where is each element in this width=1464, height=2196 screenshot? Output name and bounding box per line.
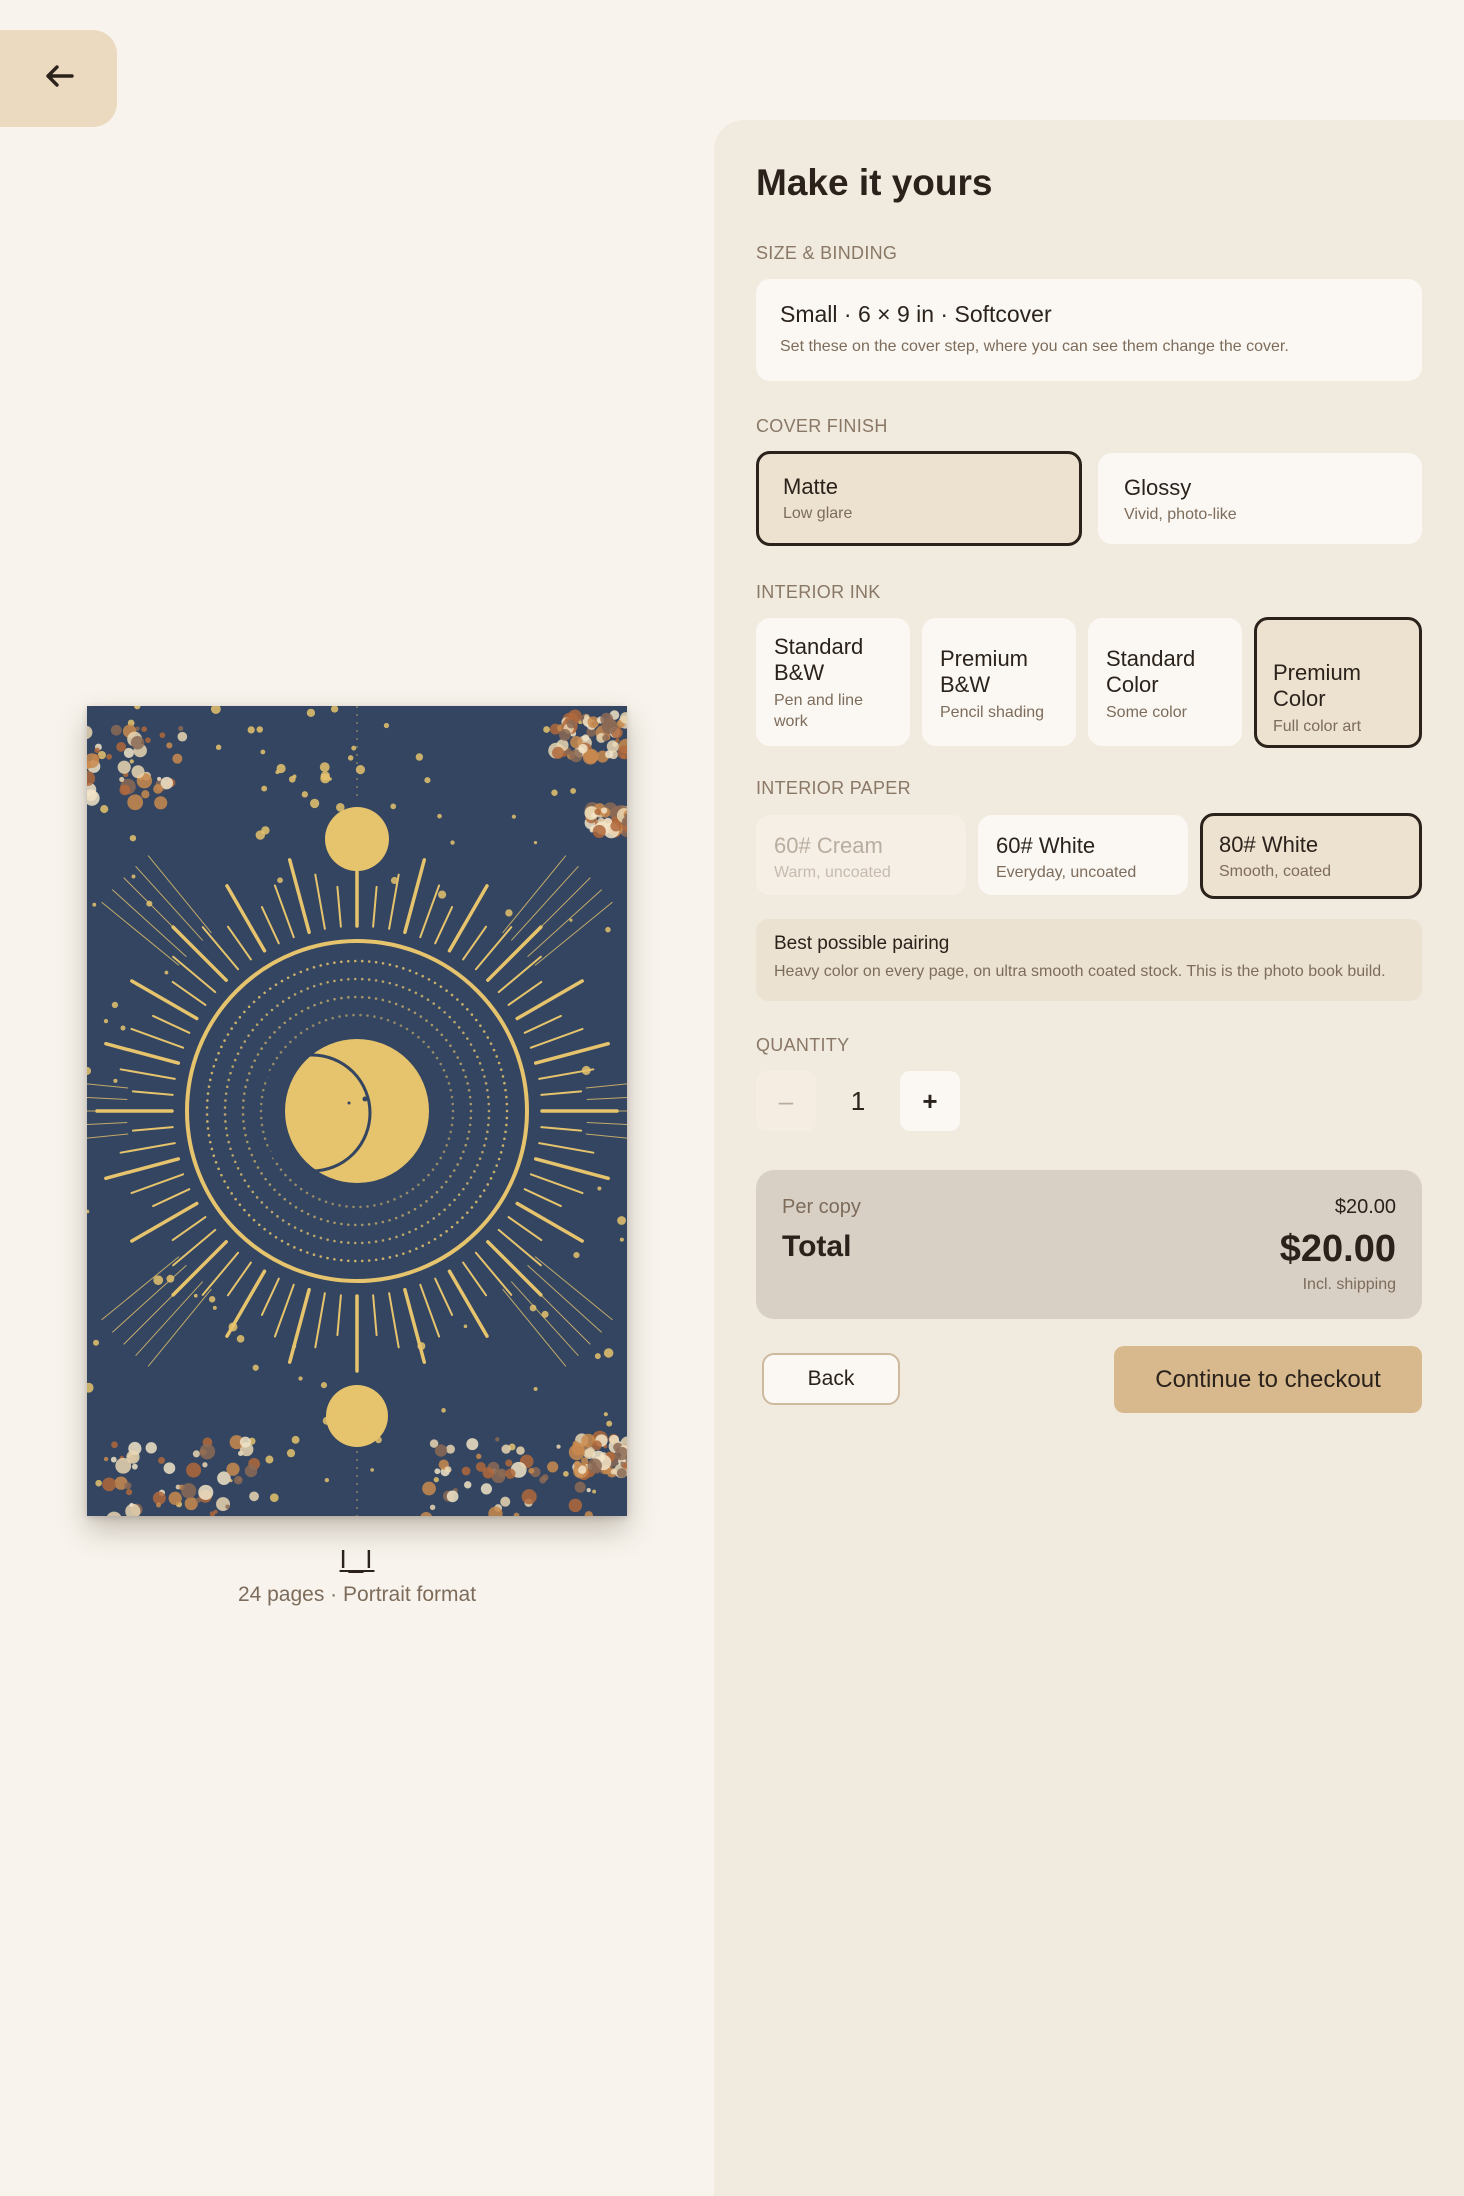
book-cover-preview — [87, 706, 627, 1516]
pairing-note: Best possible pairing Heavy color on eve… — [756, 919, 1422, 1001]
cover-artwork — [87, 706, 627, 1516]
quantity-increment-button[interactable]: + — [900, 1071, 960, 1131]
options-panel: Make it yours SIZE & BINDING Small · 6 ×… — [714, 120, 1464, 2196]
quantity-label: QUANTITY — [756, 1035, 850, 1055]
quantity-value: 1 — [850, 1085, 866, 1116]
size-binding-label: SIZE & BINDING — [756, 243, 898, 263]
option-subtitle: Warm, uncoated — [774, 864, 891, 882]
pairing-text: Heavy color on every page, on ultra smoo… — [774, 963, 1386, 980]
interior-ink-label: INTERIOR INK — [756, 582, 881, 602]
back-button[interactable]: Back — [762, 1353, 900, 1405]
cover-finish-label: COVER FINISH — [756, 416, 888, 436]
paper-option-60-cream: 60# Cream Warm, uncoated — [756, 815, 966, 895]
pairing-title: Best possible pairing — [774, 933, 950, 954]
option-title: Glossy — [1124, 475, 1192, 500]
interior-paper-label: INTERIOR PAPER — [756, 778, 911, 798]
option-title: 60# White — [996, 833, 1096, 858]
quantity-decrement-button[interactable]: – — [756, 1071, 816, 1131]
ink-option-standard-bw[interactable]: Standard B&W Pen and line work — [756, 618, 910, 746]
size-binding-box: Small · 6 × 9 in · Softcover Set these o… — [756, 279, 1422, 381]
total-value: $20.00 — [1279, 1228, 1396, 1270]
option-title: 60# Cream — [774, 833, 883, 858]
option-subtitle: Smooth, coated — [1219, 863, 1332, 881]
ink-option-premium-bw[interactable]: Premium B&W Pencil shading — [922, 618, 1076, 746]
shipping-note: Incl. shipping — [1302, 1276, 1396, 1293]
book-meta: 24 pages · Portrait format — [237, 1583, 477, 1606]
option-subtitle: Pencil shading — [940, 703, 1045, 721]
option-subtitle: Everyday, uncoated — [996, 864, 1137, 882]
option-title: 80# White — [1219, 832, 1319, 857]
option-subtitle: Pen and line work — [774, 691, 863, 730]
option-title: Premium Color — [1273, 660, 1362, 712]
preview-column: I_I 24 pages · Portrait format — [0, 0, 714, 2196]
panel-heading: Make it yours — [756, 162, 993, 203]
checkout-button[interactable]: Continue to checkout — [1114, 1346, 1422, 1413]
paper-option-60-white[interactable]: 60# White Everyday, uncoated — [978, 815, 1188, 895]
ink-option-premium-color[interactable]: Premium Color Full color art — [1254, 617, 1422, 748]
size-binding-value: Small · 6 × 9 in · Softcover — [780, 301, 1052, 327]
total-label: Total — [782, 1230, 852, 1263]
finish-option-glossy[interactable]: Glossy Vivid, photo-like — [1098, 453, 1422, 544]
per-copy-value: $20.00 — [1334, 1196, 1396, 1218]
option-subtitle: Low glare — [783, 505, 853, 523]
paper-option-80-white[interactable]: 80# White Smooth, coated — [1200, 813, 1422, 899]
ink-option-standard-color[interactable]: Standard Color Some color — [1088, 618, 1242, 746]
per-copy-label: Per copy — [782, 1196, 861, 1218]
option-title: Standard B&W — [774, 634, 864, 686]
option-subtitle: Vivid, photo-like — [1124, 506, 1237, 524]
option-title: Premium B&W — [940, 646, 1029, 698]
option-title: Matte — [783, 474, 839, 499]
size-binding-hint: Set these on the cover step, where you c… — [780, 338, 1289, 355]
option-title: Standard Color — [1106, 646, 1196, 698]
finish-option-matte[interactable]: Matte Low glare — [756, 451, 1082, 546]
price-summary: Per copy $20.00 Total $20.00 Incl. shipp… — [756, 1170, 1422, 1319]
option-subtitle: Full color art — [1273, 717, 1362, 735]
option-subtitle: Some color — [1106, 703, 1187, 721]
book-title: I_I — [339, 1544, 375, 1574]
